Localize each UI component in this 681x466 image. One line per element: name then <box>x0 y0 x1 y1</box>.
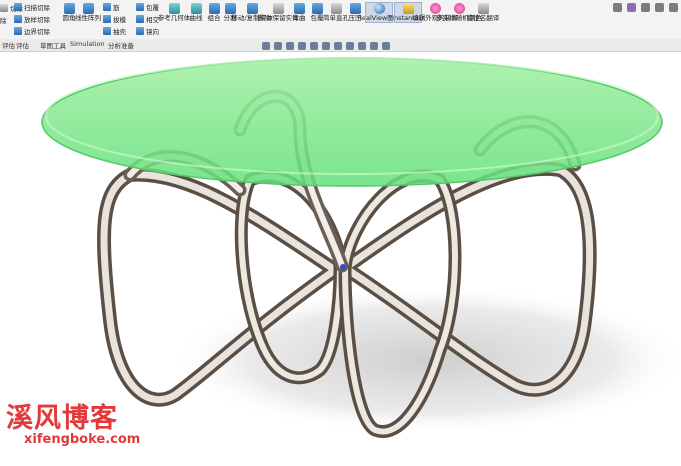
feature-name-translate-button[interactable]: 特征名翻译 <box>467 3 499 22</box>
small-cut-button-2[interactable]: 除 <box>0 15 7 25</box>
intersect-icon <box>136 15 144 23</box>
shell-button[interactable]: 抽壳 <box>103 26 126 36</box>
linear-pattern-icon <box>82 3 94 14</box>
close-icon[interactable] <box>669 2 678 12</box>
tab-simulation[interactable]: Simulation <box>70 40 105 48</box>
curves-button[interactable]: 曲线 <box>188 3 204 22</box>
mirror-button[interactable]: 镜向 <box>136 26 159 36</box>
hole-icon <box>330 3 342 14</box>
previous-view-icon[interactable] <box>286 41 294 50</box>
boundary-cut-icon <box>14 27 22 35</box>
draft-button[interactable]: 拔模 <box>103 14 126 24</box>
loft-cut-button[interactable]: 放样切除 <box>14 14 50 24</box>
hide-show-icon[interactable] <box>334 41 342 50</box>
tab-evaluate[interactable]: 评估 <box>2 40 15 50</box>
watermark: 溪风博客 xifengboke.com <box>6 403 141 448</box>
tab-evaluate-2[interactable]: 评估 <box>16 40 29 50</box>
delete-keep-body-button[interactable]: 删除/保留实体 <box>257 3 299 22</box>
simple-hole-button[interactable]: 简单直孔 <box>323 3 349 22</box>
combine-icon <box>208 3 220 14</box>
translate-icon <box>477 3 489 14</box>
arrow-icon[interactable] <box>641 2 650 12</box>
flex-button[interactable]: 弯曲 <box>292 3 306 22</box>
pencil-icon[interactable] <box>627 2 636 12</box>
random-color-icon <box>453 3 465 14</box>
draft-icon <box>103 15 111 23</box>
reference-geometry-button[interactable]: 参考几何体 <box>158 3 190 22</box>
view-orientation-icon[interactable] <box>310 41 318 50</box>
cut-icon <box>0 4 8 12</box>
edit-appearance-icon[interactable] <box>346 41 354 50</box>
linear-pattern-button[interactable]: 线性阵列 <box>75 3 101 22</box>
layout-icon[interactable] <box>655 2 664 12</box>
zoom-fit-icon[interactable] <box>262 41 270 50</box>
tab-sketch-tools[interactable]: 草图工具 <box>40 40 66 50</box>
fillet-icon <box>63 3 75 14</box>
heads-up-view-toolbar <box>262 40 390 51</box>
curves-icon <box>190 3 202 14</box>
appearance-icon <box>429 3 441 14</box>
flex-icon <box>293 3 305 14</box>
sweep-cut-icon <box>14 3 22 11</box>
glass-tabletop[interactable] <box>41 57 663 187</box>
split-icon <box>224 3 236 14</box>
apply-scene-icon[interactable] <box>358 41 366 50</box>
watermark-url: xifengboke.com <box>24 432 141 447</box>
sweep-cut-button[interactable]: 扫描切除 <box>14 2 50 12</box>
move-copy-icon <box>246 3 258 14</box>
rib-icon <box>103 3 111 11</box>
tab-analysis-prep[interactable]: 分析准备 <box>108 40 134 50</box>
origin-marker <box>340 264 346 270</box>
monitor-icon[interactable] <box>382 41 390 50</box>
realview-icon <box>373 3 385 14</box>
watermark-brand: 溪风博客 <box>6 403 118 434</box>
wrap-icon <box>136 3 144 11</box>
view-settings-icon[interactable] <box>370 41 378 50</box>
pin-icon[interactable] <box>613 2 622 12</box>
top-right-tools <box>613 0 681 14</box>
instant3d-icon <box>402 3 414 14</box>
realview-graphics-button[interactable]: RealView图形 <box>358 2 400 23</box>
zoom-area-icon[interactable] <box>274 41 282 50</box>
loft-cut-icon <box>14 15 22 23</box>
wrap-button[interactable]: 包覆 <box>136 2 159 12</box>
boundary-cut-button[interactable]: 边界切除 <box>14 26 50 36</box>
intersect-button[interactable]: 相交 <box>136 14 159 24</box>
graphics-viewport[interactable] <box>0 52 681 462</box>
wrap-button-2[interactable]: 包覆 <box>310 3 324 22</box>
rib-button[interactable]: 筋 <box>103 2 120 12</box>
section-view-icon[interactable] <box>298 41 306 50</box>
command-manager-ribbon: 切除 扫描切除 放样切除 边界切除 除 圆角 线性阵列 筋 拔模 抽壳 包覆 相… <box>0 0 681 40</box>
reference-geometry-icon <box>168 3 180 14</box>
combine-button[interactable]: 组合 <box>207 3 221 22</box>
delete-body-icon <box>272 3 284 14</box>
indent-icon <box>349 3 361 14</box>
wrap-icon-2 <box>311 3 323 14</box>
shell-icon <box>103 27 111 35</box>
display-style-icon[interactable] <box>322 41 330 50</box>
mirror-icon <box>136 27 144 35</box>
table-model <box>41 57 681 438</box>
